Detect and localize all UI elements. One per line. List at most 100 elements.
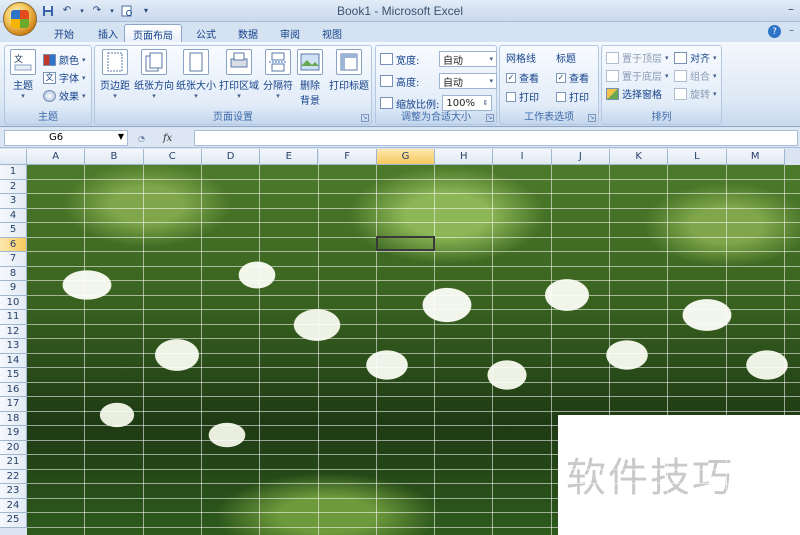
help-icon[interactable]: ? [768,25,781,38]
row-header-13[interactable]: 13 [0,339,27,354]
row-header-3[interactable]: 3 [0,194,27,209]
dialog-launcher-icon[interactable]: ↘ [486,114,494,122]
tab-insert[interactable]: 插入 [90,24,126,42]
row-header-9[interactable]: 9 [0,281,27,296]
column-header-m[interactable]: M [726,149,785,165]
themes-button[interactable]: 文 主题 ▾ [8,49,38,100]
row-header-8[interactable]: 8 [0,266,27,281]
height-icon [380,75,393,87]
row-header-6[interactable]: 6 [0,237,27,252]
row-header-12[interactable]: 12 [0,324,27,339]
gridline-horizontal [27,207,800,209]
minimize-icon[interactable]: – [788,2,794,16]
bring-to-front-button[interactable]: 置于顶层 ▾ [606,50,669,65]
row-header-4[interactable]: 4 [0,208,27,223]
margins-icon [102,49,128,75]
column-header-i[interactable]: I [493,149,552,165]
chevron-down-icon: ▾ [113,92,117,100]
breaks-button[interactable]: 分隔符 ▾ [261,49,295,100]
tab-home[interactable]: 开始 [46,24,82,42]
row-header-10[interactable]: 10 [0,295,27,310]
paper-size-icon [183,49,209,75]
tab-page-layout[interactable]: 页面布局 [124,24,182,42]
row-header-19[interactable]: 19 [0,426,27,441]
tab-view[interactable]: 视图 [314,24,350,42]
chevron-down-icon: ▾ [489,55,493,63]
headings-view-checkbox[interactable]: ✓ 查看 [556,70,589,85]
effects-button[interactable]: 效果 ▾ [43,88,86,103]
name-box[interactable]: G6 ▼ [4,130,128,146]
column-header-l[interactable]: L [668,149,727,165]
chevron-down-icon: ▾ [82,55,86,64]
column-header-c[interactable]: C [143,149,202,165]
row-header-15[interactable]: 15 [0,368,27,383]
width-label: 宽度: [396,55,420,67]
margins-label: 页边距 [100,81,130,92]
chevron-down-icon: ▾ [82,73,86,82]
tab-formulas[interactable]: 公式 [188,24,224,42]
column-header-j[interactable]: J [551,149,610,165]
row-header-5[interactable]: 5 [0,223,27,238]
selection-pane-button[interactable]: 选择窗格 [606,86,662,101]
office-logo-icon [11,10,29,28]
column-header-k[interactable]: K [610,149,669,165]
gridline-vertical [142,165,144,535]
gridline-horizontal [27,454,800,455]
group-button[interactable]: 组合 ▾ [674,68,717,83]
column-header-h[interactable]: H [435,149,494,165]
column-header-a[interactable]: A [27,149,86,165]
minimize-icon[interactable]: – [789,25,794,38]
gridlines-print-checkbox[interactable]: 打印 [506,89,539,104]
office-button[interactable] [3,2,37,36]
tab-data[interactable]: 数据 [230,24,266,42]
row-header-20[interactable]: 20 [0,440,27,455]
insert-function-button[interactable]: fx [163,133,172,144]
row-header-2[interactable]: 2 [0,179,27,194]
row-header-25[interactable]: 25 [0,513,27,528]
rotate-button[interactable]: 旋转 ▾ [674,86,717,101]
width-select[interactable]: 自动 ▾ [439,51,497,67]
size-button[interactable]: 纸张大小 ▾ [175,49,217,100]
tab-review[interactable]: 审阅 [272,24,308,42]
row-header-21[interactable]: 21 [0,455,27,470]
delete-background-button[interactable]: 删除 背景 [295,49,325,107]
margins-button[interactable]: 页边距 ▾ [97,49,133,100]
row-header-18[interactable]: 18 [0,411,27,426]
chevron-down-icon: ▼ [117,132,124,141]
print-area-button[interactable]: 打印区域 ▾ [217,49,261,100]
orientation-button[interactable]: 纸张方向 ▾ [133,49,175,100]
fonts-button[interactable]: 文 字体 ▾ [43,70,86,85]
print-titles-button[interactable]: 打印标题 [327,49,371,92]
headings-print-label: 打印 [569,93,589,104]
row-header-7[interactable]: 7 [0,252,27,267]
row-header-24[interactable]: 24 [0,498,27,513]
active-cell[interactable] [376,236,435,251]
expand-icon[interactable]: ◔ [138,134,145,143]
themes-group: 文 主题 ▾ 颜色 ▾ 文 字体 ▾ 效果 ▾ 主题 [4,45,92,125]
gridline-vertical [200,165,202,535]
headings-print-checkbox[interactable]: 打印 [556,89,589,104]
row-header-22[interactable]: 22 [0,469,27,484]
send-back-label: 置于底层 [622,72,662,83]
chevron-down-icon: ▾ [21,92,25,100]
dialog-launcher-icon[interactable]: ↘ [361,114,369,122]
column-header-e[interactable]: E [260,149,319,165]
align-button[interactable]: 对齐 ▾ [674,50,717,65]
row-header-17[interactable]: 17 [0,397,27,412]
column-header-f[interactable]: F [318,149,377,165]
column-header-b[interactable]: B [85,149,144,165]
row-header-11[interactable]: 11 [0,310,27,325]
send-to-back-button[interactable]: 置于底层 ▾ [606,68,669,83]
row-header-14[interactable]: 14 [0,353,27,368]
row-header-23[interactable]: 23 [0,484,27,499]
select-all-corner[interactable] [0,149,27,165]
colors-button[interactable]: 颜色 ▾ [43,52,86,67]
gridlines-view-checkbox[interactable]: ✓ 查看 [506,70,539,85]
column-header-g[interactable]: G [376,149,436,165]
dialog-launcher-icon[interactable]: ↘ [588,114,596,122]
formula-input[interactable] [194,130,798,146]
height-select[interactable]: 自动 ▾ [439,73,497,89]
column-header-d[interactable]: D [201,149,261,165]
row-header-1[interactable]: 1 [0,165,27,180]
row-header-16[interactable]: 16 [0,382,27,397]
